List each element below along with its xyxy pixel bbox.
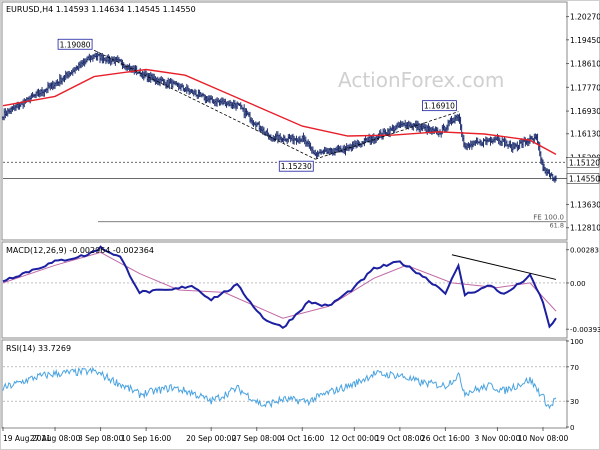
rsi-y-tick-label: 100 (570, 338, 583, 346)
x-tick-label: 26 Oct 16:00 (421, 434, 470, 443)
x-tick-label: 27 Aug 08:00 (30, 434, 81, 443)
x-tick-label: 20 Sep 00:00 (186, 434, 236, 443)
macd-y-tick-label: 0.00 (570, 280, 586, 288)
rsi-y-tick-label: 70 (570, 364, 579, 372)
macd-y-tick-label: -0.003939 (570, 326, 600, 334)
rsi-y-tick-label: 30 (570, 398, 579, 406)
price-y-tick-label: 1.20270 (570, 13, 600, 22)
price-y-tick-label: 1.17770 (570, 83, 600, 92)
price-y-tick-label: 1.12810 (570, 224, 600, 233)
watermark: ActionForex.com (338, 68, 504, 92)
fe-label: FE 100.0 (533, 214, 564, 222)
x-tick-label: 12 Oct 00:00 (330, 434, 379, 443)
price-marker-label: 1.14550 (569, 174, 600, 183)
callout-label: 1.15230 (281, 162, 312, 171)
x-tick-label: 3 Nov 00:00 (475, 434, 521, 443)
x-tick-label: 27 Sep 08:00 (232, 434, 282, 443)
price-y-tick-label: 1.16130 (570, 130, 600, 139)
rsi-header: RSI(14) 33.7269 (6, 344, 71, 353)
callout-label: 1.19080 (60, 40, 91, 49)
price-y-tick-label: 1.18610 (570, 60, 600, 69)
macd-y-tick-label: 0.00283 (570, 247, 599, 255)
fe-label-sub: 61.8 (550, 222, 564, 230)
x-tick-label: 10 Nov 08:00 (518, 434, 569, 443)
price-marker-label: 1.15120 (569, 158, 600, 167)
forex-chart: ActionForex.com 1.20270 1.19450 1.18610 1.1… (0, 0, 600, 450)
x-tick-label: 4 Oct 16:00 (280, 434, 324, 443)
rsi-y-tick-label: 0 (570, 424, 574, 432)
x-tick-label: 3 Sep 08:00 (78, 434, 124, 443)
price-y-tick-label: 1.13630 (570, 200, 600, 209)
x-tick-label: 10 Sep 16:00 (121, 434, 171, 443)
price-y-tick-label: 1.19450 (570, 36, 600, 45)
price-y-tick-label: 1.16930 (570, 107, 600, 116)
macd-header: MACD(12,26,9) -0.002964 -0.002364 (6, 246, 154, 255)
x-tick-label: 19 Oct 08:00 (375, 434, 424, 443)
price-header: EURUSD,H4 1.14593 1.14634 1.14545 1.1455… (6, 5, 196, 14)
callout-label: 1.16910 (424, 102, 455, 111)
